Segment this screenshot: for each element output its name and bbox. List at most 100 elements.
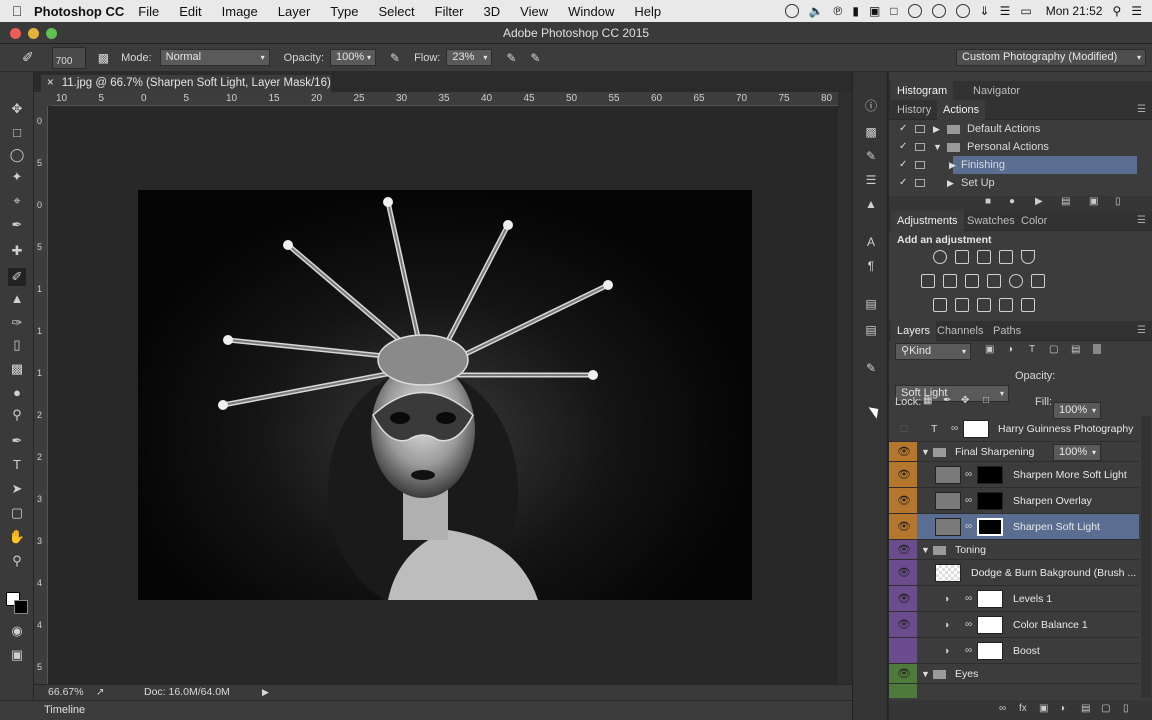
zoom-level[interactable]: 66.67% (48, 685, 84, 700)
menu-edit[interactable]: Edit (179, 4, 201, 19)
menu-image[interactable]: Image (222, 4, 258, 19)
filter-shape-icon[interactable]: ▢ (1049, 344, 1058, 355)
measurement-panel-icon[interactable]: ✎ (863, 360, 879, 376)
layer-name[interactable]: Sharpen Overlay (1013, 488, 1092, 514)
volume-icon[interactable]: 🔈 (809, 4, 824, 18)
posterize-icon[interactable] (955, 298, 969, 312)
layer-row-selected[interactable]: 👁 ∞ Sharpen Soft Light (889, 514, 1139, 540)
trash-icon[interactable]: ▯ (1123, 703, 1129, 714)
layer-group-row[interactable]: 👁 ▼ Final Sharpening (889, 442, 1139, 462)
path-select-tool-icon[interactable]: ➤ (8, 480, 26, 498)
new-layer-icon[interactable]: ▢ (1101, 703, 1110, 714)
layer-name[interactable]: Dodge & Burn Bakground (Brush ... (971, 560, 1136, 586)
menu-filter[interactable]: Filter (435, 4, 464, 19)
layer-row[interactable]: □ T ∞ Harry Guinness Photography (889, 416, 1139, 442)
layer-mask-thumbnail[interactable] (977, 590, 1003, 608)
quick-mask-icon[interactable]: ◉ (8, 622, 26, 640)
brush-panel-icon[interactable]: ▩ (98, 51, 109, 65)
background-color-swatch[interactable] (14, 600, 28, 614)
blur-tool-icon[interactable]: ● (8, 384, 26, 402)
gradient-map-icon[interactable] (1021, 298, 1035, 312)
info-icon[interactable] (931, 4, 946, 18)
zoom-tool-icon[interactable]: ⚲ (8, 552, 26, 570)
check-icon[interactable]: ✓ (899, 156, 907, 174)
screen-icon[interactable]: ▣ (869, 4, 880, 18)
menu-help[interactable]: Help (634, 4, 661, 19)
eye-icon[interactable]: 👁 (897, 540, 911, 560)
info-panel-icon[interactable]: ⓘ (863, 98, 879, 114)
layer-name[interactable]: Sharpen Soft Light (1013, 514, 1100, 540)
link-layers-icon[interactable]: ∞ (999, 703, 1006, 714)
apple-icon[interactable]:  (0, 3, 34, 19)
play-icon[interactable]: ▶ (1035, 196, 1043, 207)
action-set-personal[interactable]: ✓ ▼ Personal Actions (889, 138, 1139, 156)
filter-pixel-icon[interactable]: ▣ (985, 344, 994, 355)
lasso-tool-icon[interactable]: ◯ (8, 146, 26, 164)
panel-menu-icon[interactable]: ☰ (1137, 211, 1146, 231)
tool-presets-icon[interactable]: ✎ (863, 148, 879, 164)
layer-group-row[interactable]: 👁 ▼ Eyes (889, 664, 1139, 684)
link-icon[interactable]: ∞ (951, 416, 958, 442)
filter-toggle-icon[interactable] (1093, 344, 1101, 354)
color-lookup-icon[interactable] (1031, 274, 1045, 288)
lock-all-icon[interactable]: □ (983, 395, 989, 406)
selective-color-icon[interactable] (999, 298, 1013, 312)
tab-navigator[interactable]: Navigator (967, 81, 1026, 101)
new-group-icon[interactable]: ▤ (1081, 703, 1090, 714)
clock[interactable]: Mon 21:52 (1046, 4, 1103, 18)
menu-view[interactable]: View (520, 4, 548, 19)
link-icon[interactable]: ∞ (965, 612, 972, 638)
layer-row[interactable]: 👁 ∞ Sharpen More Soft Light (889, 462, 1139, 488)
chevron-right-icon[interactable]: ▶ (947, 174, 954, 192)
share-icon[interactable]: ↗ (96, 685, 104, 700)
properties-panel-icon[interactable]: ▤ (863, 296, 879, 312)
mode-select[interactable]: Normal ▾ (159, 49, 270, 66)
dialog-toggle-icon[interactable] (915, 143, 925, 151)
tab-history[interactable]: History (891, 100, 937, 120)
eraser-tool-icon[interactable]: ▯ (8, 336, 26, 354)
layer-style-icon[interactable]: fx (1019, 703, 1027, 714)
status-menu-arrow-icon[interactable]: ▶ (262, 685, 269, 700)
action-finishing[interactable]: ▶ Finishing (949, 156, 1137, 174)
channel-mixer-icon[interactable] (1009, 274, 1023, 288)
dodge-tool-icon[interactable]: ⚲ (8, 406, 26, 424)
layer-mask-thumbnail[interactable] (977, 492, 1003, 510)
eye-icon[interactable]: 👁 (897, 514, 911, 540)
link-icon[interactable]: ∞ (965, 514, 972, 540)
sync-icon[interactable] (955, 4, 970, 18)
gradient-tool-icon[interactable]: ▩ (8, 360, 26, 378)
layer-thumbnail[interactable] (935, 492, 961, 510)
canvas-vertical-scrollbar[interactable] (838, 92, 852, 684)
close-window-button[interactable] (10, 28, 21, 39)
eyedropper-tool-icon[interactable]: ✒ (8, 216, 26, 234)
lock-transparent-icon[interactable]: ▦ (923, 395, 932, 406)
layer-mask-thumbnail[interactable] (977, 616, 1003, 634)
eye-icon[interactable]: 👁 (897, 612, 911, 638)
quick-select-tool-icon[interactable]: ✦ (8, 168, 26, 186)
tab-channels[interactable]: Channels (931, 321, 989, 341)
app-menu[interactable]: Photoshop CC (34, 4, 124, 19)
record-icon[interactable]: ● (1009, 196, 1015, 207)
dialog-toggle-icon[interactable] (915, 179, 925, 187)
threshold-icon[interactable] (977, 298, 991, 312)
black-white-icon[interactable] (965, 274, 979, 288)
filter-adjustment-icon[interactable]: ◑ (1007, 344, 1013, 355)
menu-select[interactable]: Select (378, 4, 414, 19)
brush-preset-picker[interactable]: 700 (51, 46, 86, 69)
tab-histogram[interactable]: Histogram (891, 81, 954, 101)
document-image[interactable] (138, 190, 752, 610)
layer-name[interactable]: Color Balance 1 (1013, 612, 1088, 638)
new-action-icon[interactable]: ▣ (1089, 196, 1098, 207)
character-panel-icon[interactable]: A (863, 234, 879, 250)
new-adjustment-icon[interactable]: ◑ (1059, 703, 1065, 714)
pressure-opacity-icon[interactable]: ✎ (390, 51, 400, 65)
layer-row[interactable] (889, 684, 1139, 698)
add-mask-icon[interactable]: ▣ (1039, 703, 1048, 714)
chevron-down-icon[interactable]: ▼ (921, 664, 930, 684)
exposure-icon[interactable] (999, 250, 1013, 264)
chevron-down-icon[interactable]: ▼ (921, 540, 930, 560)
paragraph-panel-icon[interactable]: ¶ (863, 258, 879, 274)
layer-thumbnail[interactable] (935, 564, 961, 582)
layer-thumbnail[interactable] (935, 518, 961, 536)
color-balance-icon[interactable] (943, 274, 957, 288)
